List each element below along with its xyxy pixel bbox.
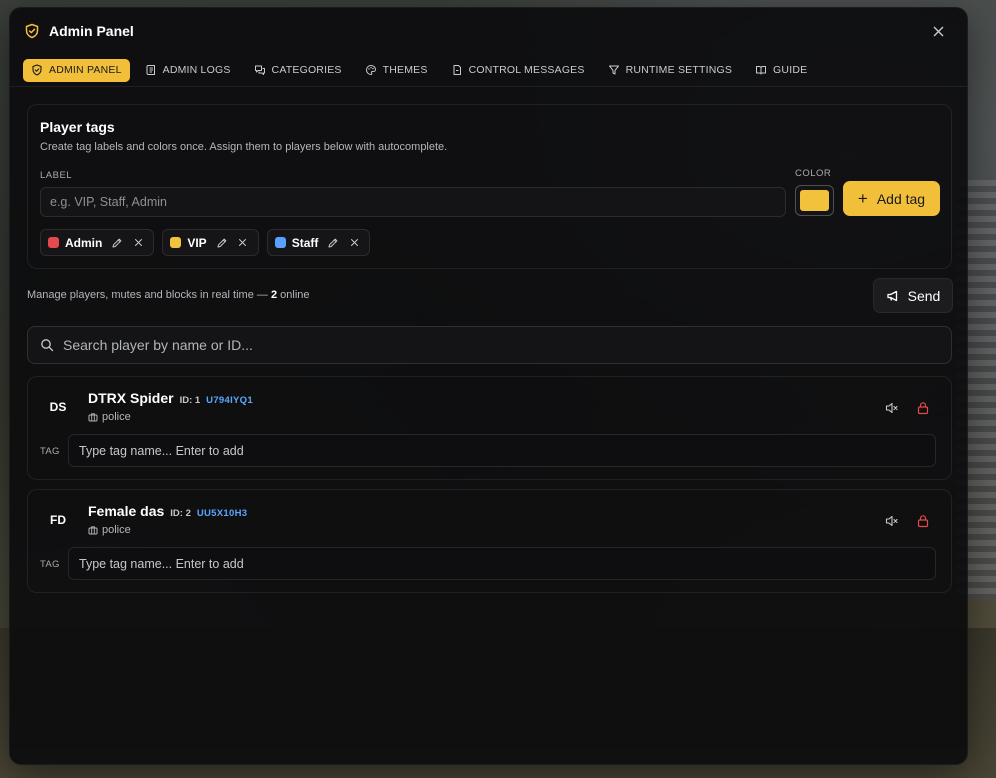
- megaphone-icon: [886, 290, 897, 301]
- player-card: DS DTRX Spider ID: 1 U794IYQ1 police TAG: [27, 376, 952, 480]
- briefcase-icon: [88, 526, 98, 535]
- file-icon: [453, 65, 461, 75]
- player-job: police: [88, 411, 131, 423]
- tab-label: GUIDE: [773, 64, 808, 76]
- mute-icon[interactable]: [885, 514, 899, 528]
- player-name-row: Female das ID: 2 UU5X10H3: [88, 503, 247, 519]
- tag-name: Staff: [291, 235, 319, 250]
- tab-label: ADMIN LOGS: [162, 64, 231, 76]
- tab-bar: ADMIN PANEL ADMIN LOGS CATEGORIES THEMES…: [10, 54, 967, 87]
- pencil-icon[interactable]: [111, 237, 123, 249]
- shield-icon: [24, 23, 40, 39]
- close-icon[interactable]: [929, 22, 947, 40]
- search-input[interactable]: [63, 337, 939, 353]
- player-card: FD Female das ID: 2 UU5X10H3 police TAG: [27, 489, 952, 593]
- label-field-label: LABEL: [40, 170, 73, 181]
- tab-label: ADMIN PANEL: [49, 64, 122, 76]
- tab-control-messages[interactable]: CONTROL MESSAGES: [443, 59, 593, 82]
- player-tag-input[interactable]: [68, 547, 936, 580]
- plus-icon: +: [857, 189, 868, 208]
- send-button[interactable]: Send: [873, 278, 953, 313]
- tag-chip-staff: Staff: [266, 229, 371, 256]
- lock-icon[interactable]: [916, 514, 930, 528]
- color-swatch: [800, 190, 829, 211]
- panel-title: Admin Panel: [49, 23, 134, 39]
- tag-color-dot: [48, 237, 59, 248]
- player-job-label: police: [102, 411, 131, 423]
- player-name: Female das: [88, 503, 165, 519]
- scroll-icon: [146, 65, 155, 75]
- online-summary: Manage players, mutes and blocks in real…: [27, 289, 310, 301]
- add-tag-button[interactable]: + Add tag: [843, 181, 940, 216]
- player-job: police: [88, 524, 131, 536]
- tag-name: VIP: [187, 235, 207, 250]
- add-tag-label: Add tag: [876, 190, 926, 207]
- tag-chip-admin: Admin: [40, 229, 155, 256]
- tag-name: Admin: [65, 235, 103, 250]
- tab-guide[interactable]: GUIDE: [747, 59, 815, 82]
- tab-admin-panel[interactable]: ADMIN PANEL: [23, 58, 130, 82]
- avatar: DS: [49, 400, 67, 414]
- player-job-label: police: [102, 524, 131, 536]
- player-name-row: DTRX Spider ID: 1 U794IYQ1: [88, 390, 253, 406]
- tag-color-dot: [274, 237, 286, 248]
- section-title: Player tags: [40, 119, 115, 135]
- tab-label: RUNTIME SETTINGS: [625, 64, 733, 76]
- close-icon[interactable]: [348, 237, 360, 249]
- tab-themes[interactable]: THEMES: [357, 59, 436, 82]
- chat-bubbles-icon: [254, 65, 265, 75]
- palette-icon: [365, 64, 376, 76]
- admin-panel-window: Admin Panel ADMIN PANEL ADMIN LOGS CATEG…: [9, 7, 968, 765]
- tab-label: CATEGORIES: [271, 64, 342, 76]
- panel-header: Admin Panel: [10, 8, 967, 54]
- color-field-label: COLOR: [795, 168, 832, 179]
- close-icon[interactable]: [237, 237, 249, 249]
- pencil-icon[interactable]: [216, 237, 228, 249]
- player-identifier[interactable]: UU5X10H3: [197, 508, 247, 519]
- color-picker[interactable]: [795, 185, 834, 216]
- pencil-icon[interactable]: [327, 237, 339, 249]
- tab-label: CONTROL MESSAGES: [468, 64, 585, 76]
- tab-categories[interactable]: CATEGORIES: [246, 59, 350, 82]
- tag-field-label: TAG: [40, 559, 60, 570]
- close-icon[interactable]: [132, 237, 144, 249]
- mute-icon[interactable]: [885, 401, 899, 415]
- briefcase-icon: [88, 413, 98, 422]
- avatar: FD: [50, 513, 66, 527]
- tab-admin-logs[interactable]: ADMIN LOGS: [137, 59, 239, 82]
- tab-runtime-settings[interactable]: RUNTIME SETTINGS: [600, 59, 740, 82]
- player-id: ID: 2: [170, 508, 191, 519]
- player-name: DTRX Spider: [88, 390, 174, 406]
- book-icon: [756, 66, 767, 75]
- tag-color-dot: [170, 237, 182, 248]
- player-search[interactable]: [27, 326, 952, 364]
- send-label: Send: [907, 287, 941, 304]
- player-tag-input[interactable]: [68, 434, 936, 467]
- tag-chip-list: Admin VIP Staff: [40, 229, 378, 256]
- filter-icon: [608, 65, 619, 75]
- player-identifier[interactable]: U794IYQ1: [206, 395, 253, 406]
- player-id: ID: 1: [179, 395, 201, 406]
- lock-icon[interactable]: [916, 401, 930, 415]
- tab-label: THEMES: [382, 64, 428, 76]
- tag-chip-vip: VIP: [162, 229, 259, 256]
- tag-label-input[interactable]: [40, 187, 786, 217]
- search-icon: [41, 339, 54, 352]
- tag-field-label: TAG: [40, 446, 60, 457]
- section-description: Create tag labels and colors once. Assig…: [40, 141, 448, 153]
- shield-icon: [32, 64, 42, 76]
- player-tags-section: Player tags Create tag labels and colors…: [27, 104, 952, 269]
- summary-suffix: online: [277, 289, 310, 301]
- summary-prefix: Manage players, mutes and blocks in real…: [27, 289, 271, 301]
